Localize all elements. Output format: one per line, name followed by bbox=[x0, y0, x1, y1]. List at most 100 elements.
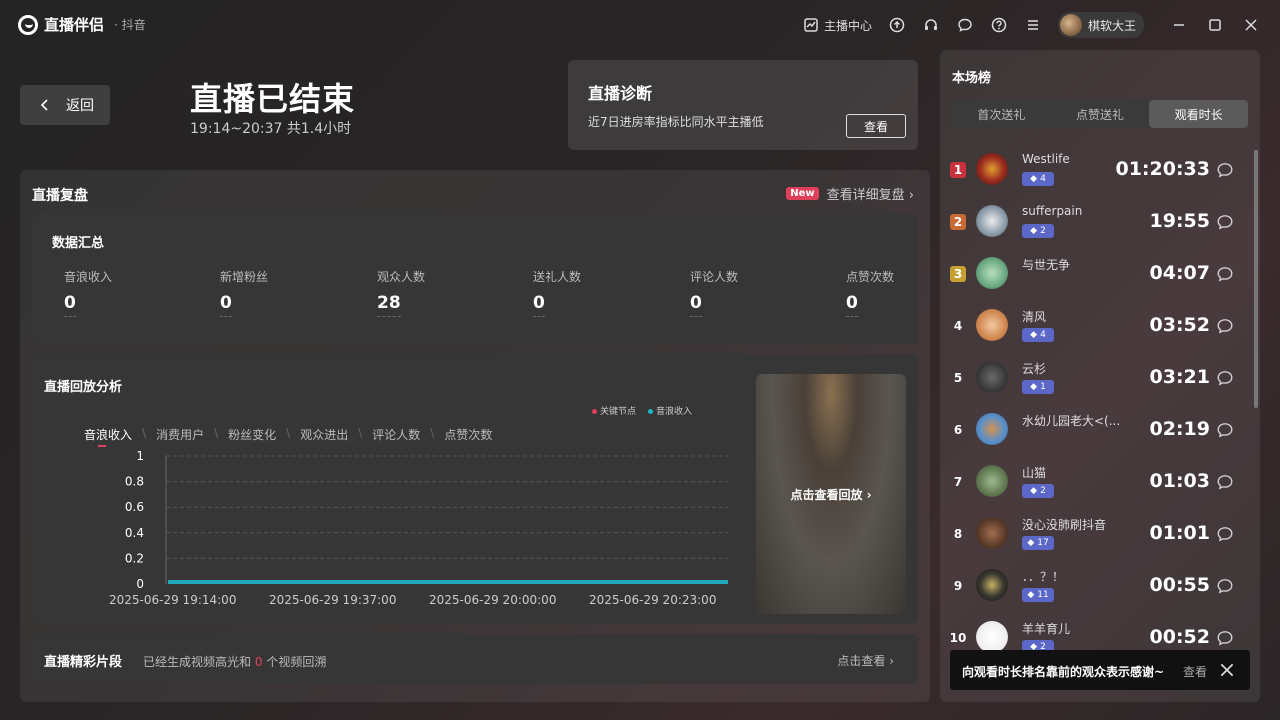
user-profile-chip[interactable]: 棋软大王 bbox=[1057, 12, 1144, 38]
metric-value: 0 bbox=[64, 293, 76, 317]
diamond-icon: ◆ bbox=[1030, 330, 1038, 340]
viewer-name: sufferpain bbox=[1022, 204, 1083, 218]
fan-badge: ◆ 2 bbox=[1022, 484, 1054, 498]
metric-label: 送礼人数 bbox=[533, 270, 582, 284]
metric-label: 点赞次数 bbox=[846, 270, 895, 284]
diamond-icon: ◆ bbox=[1030, 486, 1038, 496]
comment-icon[interactable] bbox=[1216, 265, 1234, 283]
comment-icon[interactable] bbox=[1216, 161, 1234, 179]
avatar[interactable] bbox=[976, 517, 1008, 549]
tab-separator: \ bbox=[142, 426, 147, 440]
diamond-icon: ◆ bbox=[1030, 174, 1038, 184]
help-icon[interactable] bbox=[990, 16, 1008, 34]
summary-title: 数据汇总 bbox=[52, 236, 105, 251]
ranking-scrollbar[interactable] bbox=[1254, 150, 1258, 408]
avatar[interactable] bbox=[976, 413, 1008, 445]
viewer-name: 羊羊育儿 bbox=[1022, 622, 1071, 636]
tab-paying-users[interactable]: 消费用户 bbox=[150, 426, 210, 443]
highlights-title: 直播精彩片段 bbox=[44, 655, 123, 670]
y-tick-label: 0.6 bbox=[125, 500, 144, 514]
watch-time: 02:19 bbox=[1149, 418, 1210, 440]
ranking-tabs: 首次送礼 点赞送礼 观看时长 bbox=[952, 100, 1249, 128]
list-item[interactable]: 2 sufferpain ◆ 2 19:55 bbox=[940, 196, 1250, 248]
comment-icon[interactable] bbox=[1216, 213, 1234, 231]
comment-icon[interactable] bbox=[1216, 473, 1234, 491]
tab-commenters[interactable]: 评论人数 bbox=[366, 426, 426, 443]
maximize-icon[interactable] bbox=[1206, 16, 1224, 34]
comment-icon[interactable] bbox=[1216, 421, 1234, 439]
list-item[interactable]: 9 ．．？！ ◆ 11 00:55 bbox=[940, 560, 1250, 612]
rank-number: 8 bbox=[953, 527, 963, 541]
watch-time: 01:03 bbox=[1149, 470, 1210, 492]
creator-center-button[interactable]: 主播中心 bbox=[802, 16, 872, 34]
app-platform: · 抖音 bbox=[114, 18, 146, 32]
fan-badge: ◆ 4 bbox=[1022, 328, 1054, 342]
list-item[interactable]: 5 云杉 ◆ 1 03:21 bbox=[940, 352, 1250, 404]
tab-likes[interactable]: 点赞次数 bbox=[438, 426, 498, 443]
y-tick-label: 1 bbox=[136, 450, 144, 463]
legend-key-node: 关键节点 bbox=[592, 404, 636, 417]
list-item[interactable]: 7 山猫 ◆ 2 01:03 bbox=[940, 456, 1250, 508]
close-icon[interactable] bbox=[1242, 16, 1260, 34]
upload-icon[interactable] bbox=[888, 16, 906, 34]
metric-viewers[interactable]: 观众人数 28 bbox=[377, 268, 517, 317]
avatar[interactable] bbox=[976, 309, 1008, 341]
chart-legend: 关键节点 音浪收入 bbox=[592, 404, 692, 417]
avatar[interactable] bbox=[976, 621, 1008, 653]
close-icon[interactable] bbox=[1218, 661, 1236, 679]
tab-like-gift[interactable]: 点赞送礼 bbox=[1051, 100, 1150, 128]
diagnosis-view-button[interactable]: 查看 bbox=[846, 114, 906, 138]
avatar[interactable] bbox=[976, 257, 1008, 289]
review-title: 直播复盘 bbox=[32, 188, 88, 204]
toast-view-link[interactable]: 查看 bbox=[1183, 663, 1207, 680]
fan-badge: ◆ 17 bbox=[1022, 536, 1054, 550]
viewer-name: 与世无争 bbox=[1022, 258, 1071, 272]
avatar[interactable] bbox=[976, 153, 1008, 185]
message-icon[interactable] bbox=[956, 16, 974, 34]
tab-separator: \ bbox=[358, 426, 363, 440]
comment-icon[interactable] bbox=[1216, 577, 1234, 595]
avatar[interactable] bbox=[976, 361, 1008, 393]
viewer-name: 山猫 bbox=[1022, 466, 1047, 480]
fan-badge: ◆ 1 bbox=[1022, 380, 1054, 394]
income-chart[interactable]: 1 0.8 0.6 0.4 0.2 0 2025-06-29 19:14:00 2025-06… bbox=[72, 450, 752, 610]
username: 棋软大王 bbox=[1087, 18, 1136, 33]
comment-icon[interactable] bbox=[1216, 317, 1234, 335]
metric-likes: 点赞次数 0 bbox=[846, 268, 910, 317]
fan-badge: ◆ 11 bbox=[1022, 588, 1054, 602]
headset-icon[interactable] bbox=[922, 16, 940, 34]
x-tick-label: 2025-06-29 20:23:00 bbox=[589, 593, 716, 607]
ranking-title: 本场榜 bbox=[952, 71, 992, 86]
list-item[interactable]: 4 清风 ◆ 4 03:52 bbox=[940, 300, 1250, 352]
y-tick-label: 0 bbox=[136, 577, 144, 591]
viewer-name: 没心没肺刷抖音 bbox=[1022, 518, 1107, 532]
diamond-icon: ◆ bbox=[1027, 590, 1035, 600]
list-item[interactable]: 3 与世无争 04:07 bbox=[940, 248, 1250, 300]
list-item[interactable]: 8 没心没肺刷抖音 ◆ 17 01:01 bbox=[940, 508, 1250, 560]
tab-fans-change[interactable]: 粉丝变化 bbox=[222, 426, 282, 443]
metric-value: 0 bbox=[533, 293, 545, 317]
metric-label: 评论人数 bbox=[690, 270, 739, 284]
avatar[interactable] bbox=[976, 569, 1008, 601]
highlights-view-link[interactable]: 点击查看 › bbox=[837, 652, 894, 669]
rank-number: 5 bbox=[953, 371, 963, 385]
avatar[interactable] bbox=[976, 465, 1008, 497]
metric-value: 0 bbox=[220, 293, 232, 317]
minimize-icon[interactable] bbox=[1170, 16, 1188, 34]
avatar[interactable] bbox=[976, 205, 1008, 237]
tab-viewer-flow[interactable]: 观众进出 bbox=[294, 426, 354, 443]
comment-icon[interactable] bbox=[1216, 629, 1234, 647]
playback-thumbnail[interactable]: 点击查看回放 › bbox=[756, 374, 906, 614]
menu-icon[interactable] bbox=[1024, 16, 1042, 34]
tab-income[interactable]: 音浪收入 bbox=[78, 426, 138, 447]
series-area-income bbox=[168, 580, 728, 584]
back-button[interactable]: 返回 bbox=[20, 85, 110, 125]
comment-icon[interactable] bbox=[1216, 525, 1234, 543]
comment-icon[interactable] bbox=[1216, 369, 1234, 387]
list-item[interactable]: 6 水幼儿园老大<(... 02:19 bbox=[940, 404, 1250, 456]
tab-watch-time[interactable]: 观看时长 bbox=[1149, 100, 1249, 128]
tab-first-gift[interactable]: 首次送礼 bbox=[952, 100, 1051, 128]
rank-number: 10 bbox=[949, 631, 967, 645]
detail-review-link[interactable]: New 查看详细复盘 › bbox=[786, 184, 914, 203]
list-item[interactable]: 1 Westlife ◆ 4 01:20:33 bbox=[940, 144, 1250, 196]
